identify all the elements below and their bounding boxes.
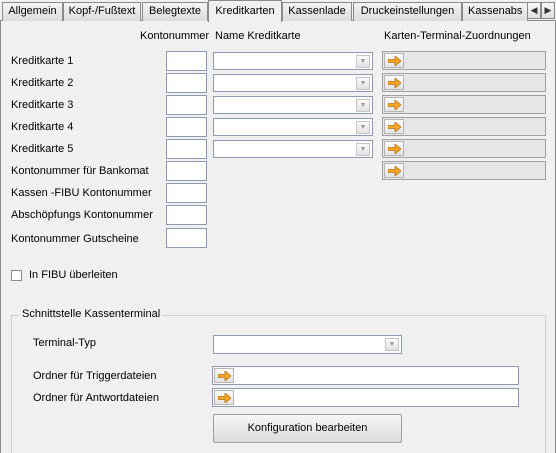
tab-scroll-right-button[interactable]: ▶ [541, 2, 555, 19]
tab-kassenabschluss[interactable]: Kassenabs [462, 2, 528, 21]
antwort-ordner-field[interactable] [212, 388, 519, 407]
header-name-kreditkarte: Name Kreditkarte [215, 30, 301, 42]
chevron-down-icon[interactable]: ▼ [356, 77, 370, 90]
chevron-down-icon[interactable]: ▼ [356, 143, 370, 156]
kontonummer-bankomat-input[interactable] [166, 161, 207, 181]
header-kontonummer: Kontonummer [140, 30, 210, 42]
label-kreditkarte-5: Kreditkarte 5 [11, 143, 74, 155]
arrow-right-icon [218, 393, 231, 403]
terminal-zuordnung-1 [382, 51, 546, 70]
antwort-ordner-label: Ordner für Antwortdateien [33, 392, 159, 404]
label-kreditkarte-1: Kreditkarte 1 [11, 55, 74, 67]
arrow-right-icon [388, 100, 401, 110]
chevron-left-icon: ◀ [530, 5, 538, 15]
tab-belegtexte[interactable]: Belegtexte [142, 2, 208, 21]
tab-kopf-fusstext[interactable]: Kopf-/Fußtext [63, 2, 141, 21]
chevron-down-icon[interactable]: ▼ [356, 121, 370, 134]
name-kreditkarte-4-select[interactable]: ▼ [213, 118, 373, 136]
chevron-right-icon: ▶ [544, 5, 552, 15]
tab-allgemein[interactable]: Allgemein [2, 2, 63, 21]
label-kontonummer-bankomat: Kontonummer für Bankomat [11, 165, 149, 177]
kontonummer-kreditkarte-1-input[interactable] [166, 51, 207, 71]
terminal-typ-select[interactable]: ▼ [213, 335, 402, 354]
label-kontonummer-gutscheine: Kontonummer Gutscheine [11, 233, 139, 245]
header-karten-terminal: Karten-Terminal-Zuordnungen [384, 30, 531, 42]
antwort-ordner-browse-button[interactable] [214, 390, 234, 405]
label-kreditkarte-4: Kreditkarte 4 [11, 121, 74, 133]
arrow-right-icon [388, 166, 401, 176]
fibu-ueberleiten-checkbox[interactable] [11, 270, 22, 281]
assign-terminal-1-button[interactable] [384, 53, 404, 68]
terminal-typ-label: Terminal-Typ [33, 337, 96, 349]
tab-strip: Allgemein Kopf-/Fußtext Belegtexte Kredi… [0, 0, 556, 22]
arrow-right-icon [388, 144, 401, 154]
abschoepfungs-kontonummer-input[interactable] [166, 205, 207, 225]
trigger-ordner-browse-button[interactable] [214, 368, 234, 383]
tab-druckeinstellungen[interactable]: Druckeinstellungen [353, 2, 462, 21]
label-kreditkarte-3: Kreditkarte 3 [11, 99, 74, 111]
name-kreditkarte-3-select[interactable]: ▼ [213, 96, 373, 114]
kontonummer-kreditkarte-3-input[interactable] [166, 95, 207, 115]
kassenterminal-group-title: Schnittstelle Kassenterminal [19, 308, 164, 320]
arrow-right-icon [388, 122, 401, 132]
kassen-fibu-kontonummer-input[interactable] [166, 183, 207, 203]
label-abschoepfungs-kontonummer: Abschöpfungs Kontonummer [11, 209, 153, 221]
assign-terminal-bankomat-button[interactable] [384, 163, 404, 178]
name-kreditkarte-5-select[interactable]: ▼ [213, 140, 373, 158]
terminal-zuordnung-3 [382, 95, 546, 114]
assign-terminal-2-button[interactable] [384, 75, 404, 90]
fibu-ueberleiten-label: In FIBU überleiten [29, 269, 118, 281]
terminal-zuordnung-bankomat [382, 161, 546, 180]
arrow-right-icon [388, 78, 401, 88]
trigger-ordner-label: Ordner für Triggerdateien [33, 370, 157, 382]
terminal-zuordnung-5 [382, 139, 546, 158]
tab-kassenlade[interactable]: Kassenlade [282, 2, 352, 21]
kontonummer-kreditkarte-4-input[interactable] [166, 117, 207, 137]
tab-kreditkarten[interactable]: Kreditkarten [208, 0, 282, 22]
name-kreditkarte-2-select[interactable]: ▼ [213, 74, 373, 92]
konfiguration-bearbeiten-button[interactable]: Konfiguration bearbeiten [213, 414, 402, 443]
kontonummer-kreditkarte-2-input[interactable] [166, 73, 207, 93]
assign-terminal-4-button[interactable] [384, 119, 404, 134]
terminal-zuordnung-2 [382, 73, 546, 92]
label-kassen-fibu-kontonummer: Kassen -FIBU Kontonummer [11, 187, 152, 199]
tab-scroll-left-button[interactable]: ◀ [527, 2, 541, 19]
kontonummer-kreditkarte-5-input[interactable] [166, 139, 207, 159]
chevron-down-icon[interactable]: ▼ [356, 99, 370, 112]
chevron-down-icon[interactable]: ▼ [356, 55, 370, 68]
assign-terminal-3-button[interactable] [384, 97, 404, 112]
label-kreditkarte-2: Kreditkarte 2 [11, 77, 74, 89]
name-kreditkarte-1-select[interactable]: ▼ [213, 52, 373, 70]
kontonummer-gutscheine-input[interactable] [166, 228, 207, 248]
terminal-zuordnung-4 [382, 117, 546, 136]
trigger-ordner-field[interactable] [212, 366, 519, 385]
arrow-right-icon [218, 371, 231, 381]
assign-terminal-5-button[interactable] [384, 141, 404, 156]
arrow-right-icon [388, 56, 401, 66]
chevron-down-icon[interactable]: ▼ [385, 338, 399, 351]
